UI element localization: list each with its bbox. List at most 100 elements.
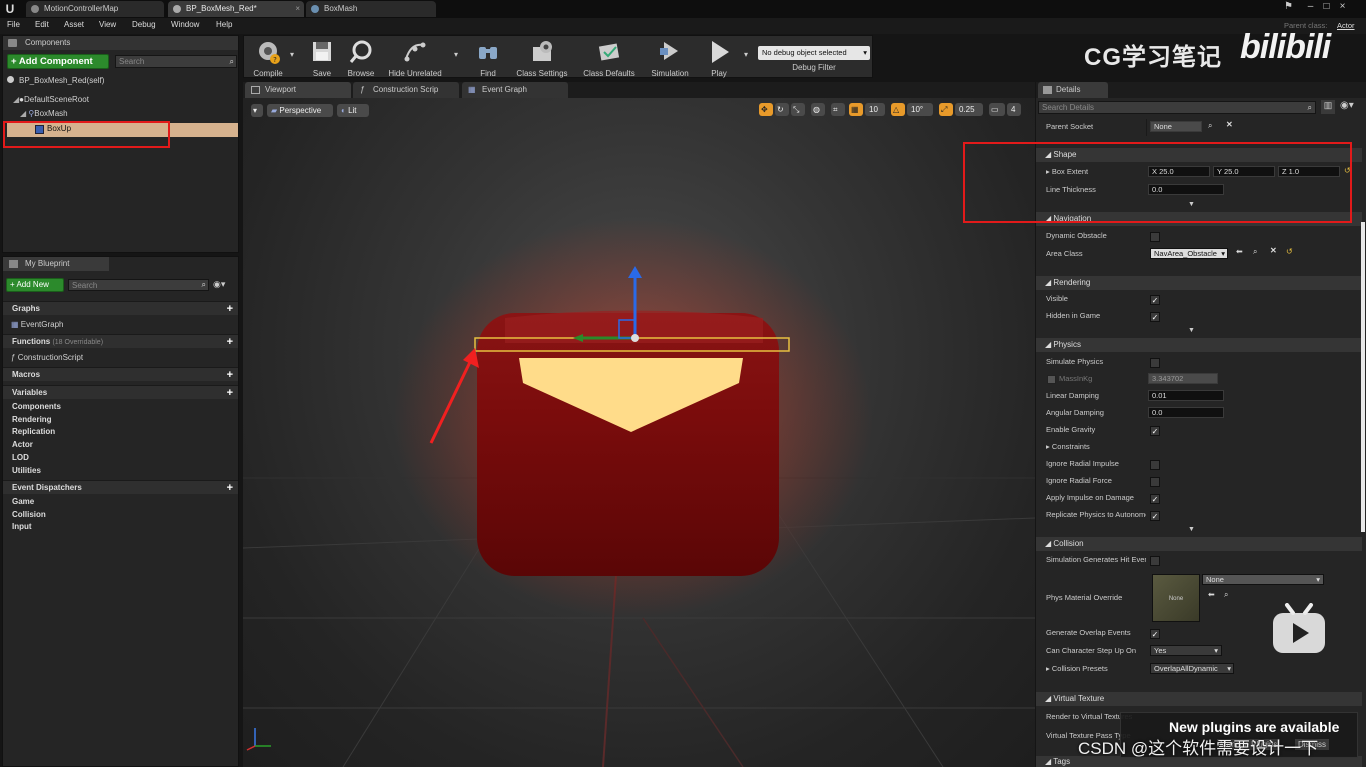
menu-view[interactable]: View <box>99 20 116 29</box>
parent-socket-field[interactable]: None <box>1150 121 1202 132</box>
add-function-icon[interactable]: + <box>227 335 233 349</box>
tab-details[interactable]: Details <box>1038 82 1108 98</box>
use-selected-arrow-icon[interactable]: ⬅ <box>1208 590 1215 599</box>
view-options-icon[interactable]: ◉▾ <box>213 279 225 290</box>
clear-icon[interactable]: ✕ <box>1270 246 1277 255</box>
grid-snap-value[interactable]: 10 <box>865 103 885 116</box>
property-matrix-icon[interactable]: ▥ <box>1321 100 1335 114</box>
play-button[interactable]: Play <box>702 36 736 79</box>
enable-gravity-checkbox[interactable]: ✓ <box>1150 426 1160 436</box>
rotate-mode-icon[interactable]: ↻ <box>775 103 789 116</box>
collision-presets-label[interactable]: ▸ Collision Presets <box>1046 664 1146 673</box>
category-actor[interactable]: Actor <box>3 439 238 452</box>
use-selected-arrow-icon[interactable]: ⬅ <box>1236 247 1243 256</box>
section-event-dispatchers[interactable]: Event Dispatchers + <box>3 480 238 494</box>
dynamic-obstacle-checkbox[interactable] <box>1150 232 1160 242</box>
add-variable-icon[interactable]: + <box>227 386 233 400</box>
section-graphs[interactable]: Graphs + <box>3 301 238 315</box>
category-game[interactable]: Game <box>3 496 238 509</box>
linear-damping-field[interactable]: 0.01 <box>1148 390 1224 401</box>
self-item[interactable]: BP_BoxMesh_Red(self) <box>7 74 104 87</box>
perspective-button[interactable]: ▰ Perspective <box>267 104 333 117</box>
viewport-options-button[interactable]: ▾ <box>251 104 263 117</box>
section-macros[interactable]: Macros + <box>3 367 238 381</box>
minimize-button[interactable]: – <box>1304 0 1317 14</box>
add-graph-icon[interactable]: + <box>227 302 233 316</box>
tab-construction-script[interactable]: ƒ Construction Scrip <box>353 82 459 98</box>
expand-advanced-icon[interactable]: ▼ <box>1188 526 1195 533</box>
section-variables[interactable]: Variables + <box>3 385 238 399</box>
apply-impulse-checkbox[interactable]: ✓ <box>1150 494 1160 504</box>
mass-override-checkbox[interactable] <box>1047 375 1056 384</box>
replicate-physics-checkbox[interactable]: ✓ <box>1150 511 1160 521</box>
lit-button[interactable]: ◐ Lit <box>337 104 369 117</box>
section-virtual-texture[interactable]: ◢ Virtual Texture <box>1036 692 1362 706</box>
sim-hit-events-checkbox[interactable] <box>1150 556 1160 566</box>
search-icon[interactable]: ⌕ <box>1308 102 1312 113</box>
browse-button[interactable]: Browse <box>342 36 380 79</box>
browse-icon[interactable]: ⌕ <box>1224 590 1228 600</box>
tree-item-boxmash[interactable]: ◢ ⚲BoxMash <box>20 107 68 120</box>
reset-to-default-icon[interactable]: ↺ <box>1286 247 1293 256</box>
clear-icon[interactable]: ✕ <box>1226 120 1233 129</box>
angular-damping-field[interactable]: 0.0 <box>1148 407 1224 418</box>
class-defaults-button[interactable]: Class Defaults <box>578 36 640 79</box>
details-search-input[interactable]: Search Details ⌕ <box>1038 101 1316 114</box>
category-replication[interactable]: Replication <box>3 426 238 439</box>
category-collision[interactable]: Collision <box>3 509 238 522</box>
add-component-button[interactable]: + Add Component <box>7 54 109 69</box>
simulate-physics-checkbox[interactable] <box>1150 358 1160 368</box>
camera-speed-icon[interactable]: ▭ <box>989 103 1005 116</box>
eye-view-options-icon[interactable]: ◉▾ <box>1340 100 1354 111</box>
blueprint-search-input[interactable]: Search ⌕ <box>68 279 209 291</box>
visible-checkbox[interactable]: ✓ <box>1150 295 1160 305</box>
close-window-button[interactable]: × <box>1336 0 1349 14</box>
collision-presets-dropdown[interactable]: OverlapAllDynamic ▾ <box>1150 663 1234 674</box>
close-icon[interactable]: × <box>295 1 300 17</box>
tab-event-graph[interactable]: ▦ Event Graph <box>462 82 568 98</box>
parent-class-link[interactable]: Actor <box>1337 21 1355 30</box>
ignore-radial-impulse-checkbox[interactable] <box>1150 460 1160 470</box>
maximize-button[interactable]: □ <box>1320 0 1333 14</box>
surface-snap-icon[interactable]: ⌗ <box>831 103 845 116</box>
hide-unrelated-dropdown-icon[interactable]: ▾ <box>454 50 458 59</box>
phys-material-dropdown[interactable]: None ▾ <box>1202 574 1324 585</box>
add-dispatcher-icon[interactable]: + <box>227 481 233 495</box>
section-rendering[interactable]: ◢ Rendering <box>1036 276 1362 290</box>
expand-advanced-icon[interactable]: ▼ <box>1188 327 1195 334</box>
hide-unrelated-button[interactable]: Hide Unrelated <box>384 36 446 79</box>
menu-window[interactable]: Window <box>171 20 199 29</box>
save-button[interactable]: Save <box>304 36 340 79</box>
search-socket-icon[interactable]: ⌕ <box>1208 121 1212 131</box>
overlap-events-checkbox[interactable]: ✓ <box>1150 629 1160 639</box>
tab-viewport[interactable]: Viewport <box>245 82 351 98</box>
category-input[interactable]: Input <box>3 521 238 534</box>
simulation-button[interactable]: Simulation <box>648 36 692 79</box>
world-space-icon[interactable]: ◍ <box>811 103 825 116</box>
menu-asset[interactable]: Asset <box>64 20 84 29</box>
tab-boxmash[interactable]: BoxMash <box>306 1 436 17</box>
rotation-snap-value[interactable]: 10° <box>907 103 933 116</box>
menu-help[interactable]: Help <box>216 20 232 29</box>
class-settings-button[interactable]: Class Settings <box>510 36 574 79</box>
category-components[interactable]: Components <box>3 401 238 414</box>
category-rendering[interactable]: Rendering <box>3 414 238 427</box>
scale-mode-icon[interactable]: ⤡ <box>791 103 805 116</box>
viewport-3d[interactable]: ▾ ▰ Perspective ◐ Lit ✥ ↻ ⤡ ◍ ⌗ ▦ 10 △ 1… <box>243 98 1035 767</box>
add-macro-icon[interactable]: + <box>227 368 233 382</box>
translate-mode-icon[interactable]: ✥ <box>759 103 773 116</box>
area-class-dropdown[interactable]: NavArea_Obstacle ▾ <box>1150 248 1228 259</box>
browse-icon[interactable]: ⌕ <box>1253 247 1257 257</box>
components-search-input[interactable]: Search ⌕ <box>115 55 237 68</box>
section-collision[interactable]: ◢ Collision <box>1036 537 1362 551</box>
menu-edit[interactable]: Edit <box>35 20 49 29</box>
hidden-in-game-checkbox[interactable]: ✓ <box>1150 312 1160 322</box>
constraints-label[interactable]: ▸ Constraints <box>1046 442 1146 451</box>
debug-object-select[interactable]: No debug object selected ▾ <box>758 46 870 60</box>
list-item-construction-script[interactable]: ƒ ConstructionScript <box>11 351 83 364</box>
list-item-eventgraph[interactable]: ▦ EventGraph <box>11 318 64 331</box>
menu-debug[interactable]: Debug <box>132 20 156 29</box>
menu-file[interactable]: File <box>7 20 20 29</box>
details-scrollbar[interactable] <box>1361 222 1365 532</box>
category-lod[interactable]: LOD <box>3 452 238 465</box>
